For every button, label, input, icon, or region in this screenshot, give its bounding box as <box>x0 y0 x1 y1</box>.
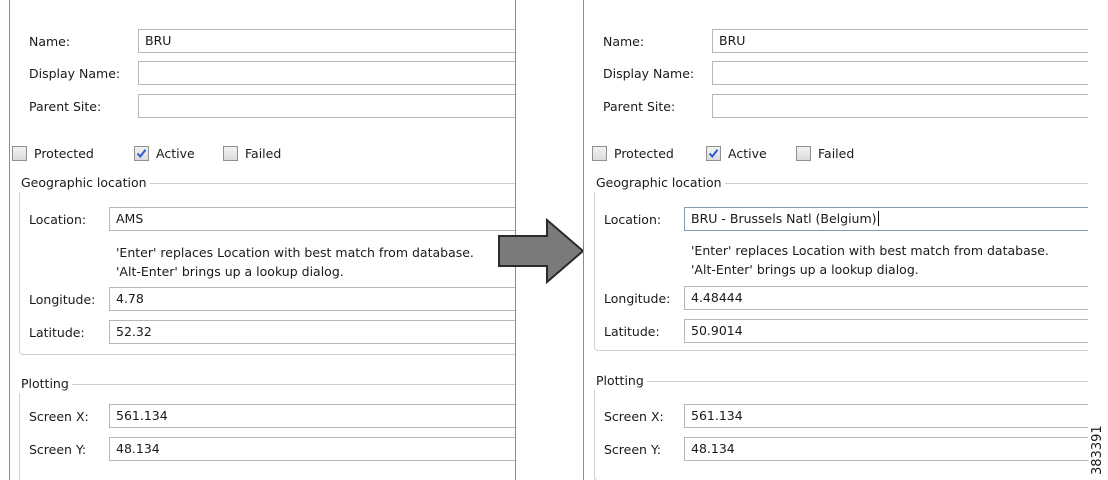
parent-site-label: Parent Site: <box>29 99 102 114</box>
location-field[interactable]: BRU - Brussels Natl (Belgium) <box>684 207 1088 231</box>
check-icon <box>708 149 719 159</box>
latitude-label: Latitude: <box>29 325 85 340</box>
protected-checkbox-label: Protected <box>34 146 94 161</box>
screen-x-field[interactable]: 561.134 <box>684 404 1088 428</box>
display-name-label: Display Name: <box>29 66 121 81</box>
failed-checkbox[interactable]: Failed <box>223 146 281 161</box>
parent-site-field[interactable] <box>712 94 1088 118</box>
check-icon <box>136 149 147 159</box>
location-hint-alt-enter: 'Alt-Enter' brings up a lookup dialog. <box>691 262 919 277</box>
right-arrow-icon <box>498 218 585 284</box>
failed-checkbox-box <box>796 146 811 161</box>
display-name-label: Display Name: <box>603 66 695 81</box>
longitude-field[interactable]: 4.78 <box>109 287 515 311</box>
active-checkbox[interactable]: Active <box>706 146 767 161</box>
plotting-title: Plotting <box>593 372 647 390</box>
name-label: Name: <box>603 34 645 49</box>
screen-x-label: Screen X: <box>604 409 664 424</box>
plotting-group: Plotting <box>593 372 1088 480</box>
location-hint-enter: 'Enter' replaces Location with best matc… <box>116 245 474 260</box>
location-label: Location: <box>29 212 87 227</box>
location-label: Location: <box>604 212 662 227</box>
location-field[interactable]: AMS <box>109 207 515 231</box>
display-name-field[interactable] <box>138 61 515 85</box>
protected-checkbox[interactable]: Protected <box>12 146 94 161</box>
location-hint-alt-enter: 'Alt-Enter' brings up a lookup dialog. <box>116 264 344 279</box>
text-caret <box>877 211 879 226</box>
latitude-field[interactable]: 52.32 <box>109 320 515 344</box>
geographic-location-title: Geographic location <box>593 174 725 192</box>
protected-checkbox[interactable]: Protected <box>592 146 674 161</box>
protected-checkbox-label: Protected <box>614 146 674 161</box>
figure-id: 383391 <box>1090 425 1105 475</box>
failed-checkbox-label: Failed <box>245 146 282 161</box>
failed-checkbox-label: Failed <box>818 146 855 161</box>
longitude-field[interactable]: 4.48444 <box>684 286 1088 310</box>
parent-site-field[interactable] <box>138 94 515 118</box>
site-editor-after: Name: BRU Display Name: Parent Site: Pro… <box>583 0 1088 480</box>
protected-checkbox-box <box>592 146 607 161</box>
plotting-title: Plotting <box>18 375 72 393</box>
name-field[interactable]: BRU <box>138 29 515 53</box>
longitude-label: Longitude: <box>29 292 96 307</box>
screen-y-label: Screen Y: <box>29 442 87 457</box>
parent-site-label: Parent Site: <box>603 99 676 114</box>
active-checkbox[interactable]: Active <box>134 146 195 161</box>
name-label: Name: <box>29 34 71 49</box>
screen-x-field[interactable]: 561.134 <box>109 404 515 428</box>
location-field-text: BRU - Brussels Natl (Belgium) <box>691 211 877 226</box>
screen-y-label: Screen Y: <box>604 442 662 457</box>
latitude-field[interactable]: 50.9014 <box>684 319 1088 343</box>
failed-checkbox-box <box>223 146 238 161</box>
display-name-field[interactable] <box>712 61 1088 85</box>
screen-y-field[interactable]: 48.134 <box>684 437 1088 461</box>
name-field[interactable]: BRU <box>712 29 1088 53</box>
screen-y-field[interactable]: 48.134 <box>109 437 515 461</box>
failed-checkbox[interactable]: Failed <box>796 146 854 161</box>
location-hint-enter: 'Enter' replaces Location with best matc… <box>691 243 1049 258</box>
geographic-location-title: Geographic location <box>18 174 150 192</box>
active-checkbox-label: Active <box>728 146 767 161</box>
screen-x-label: Screen X: <box>29 409 89 424</box>
site-editor-before: Name: BRU Display Name: Parent Site: Pro… <box>9 0 516 480</box>
active-checkbox-box <box>706 146 721 161</box>
active-checkbox-box <box>134 146 149 161</box>
latitude-label: Latitude: <box>604 324 660 339</box>
protected-checkbox-box <box>12 146 27 161</box>
longitude-label: Longitude: <box>604 291 671 306</box>
active-checkbox-label: Active <box>156 146 195 161</box>
plotting-group: Plotting <box>18 375 515 480</box>
